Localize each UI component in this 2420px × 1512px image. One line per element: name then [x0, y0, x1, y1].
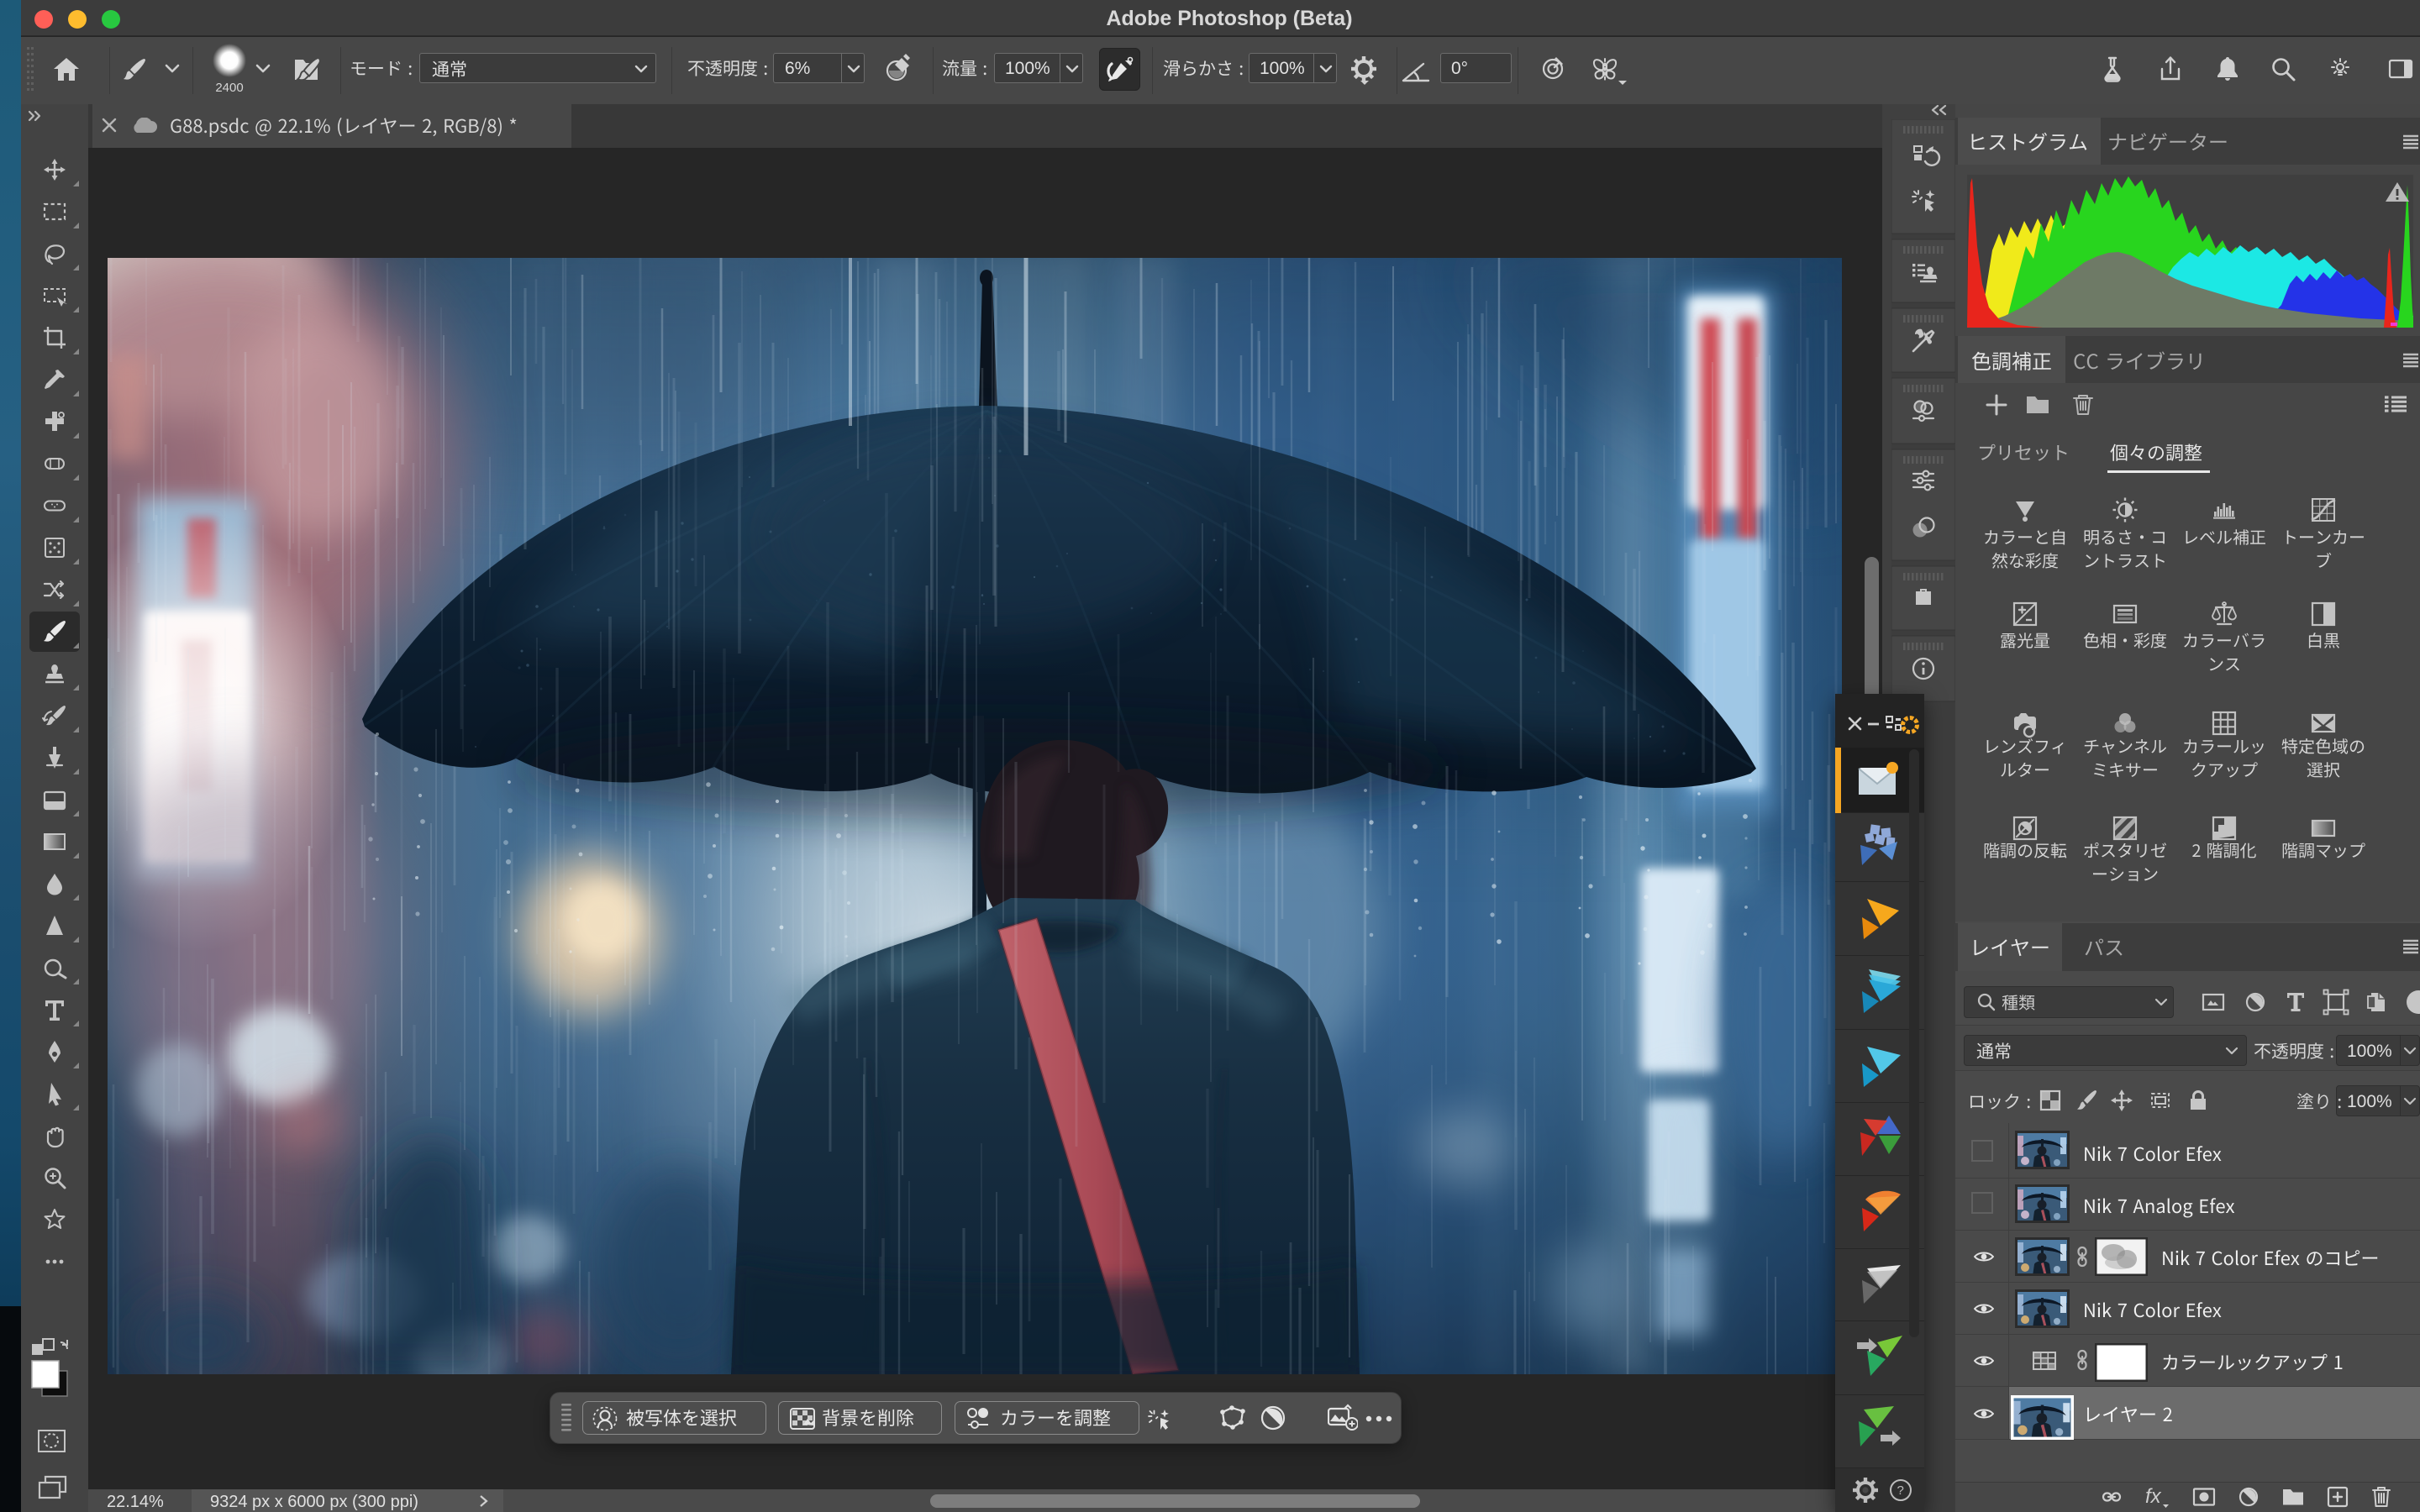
- svg-text:fx: fx: [2145, 1485, 2162, 1508]
- svg-text:?: ?: [1897, 1483, 1904, 1498]
